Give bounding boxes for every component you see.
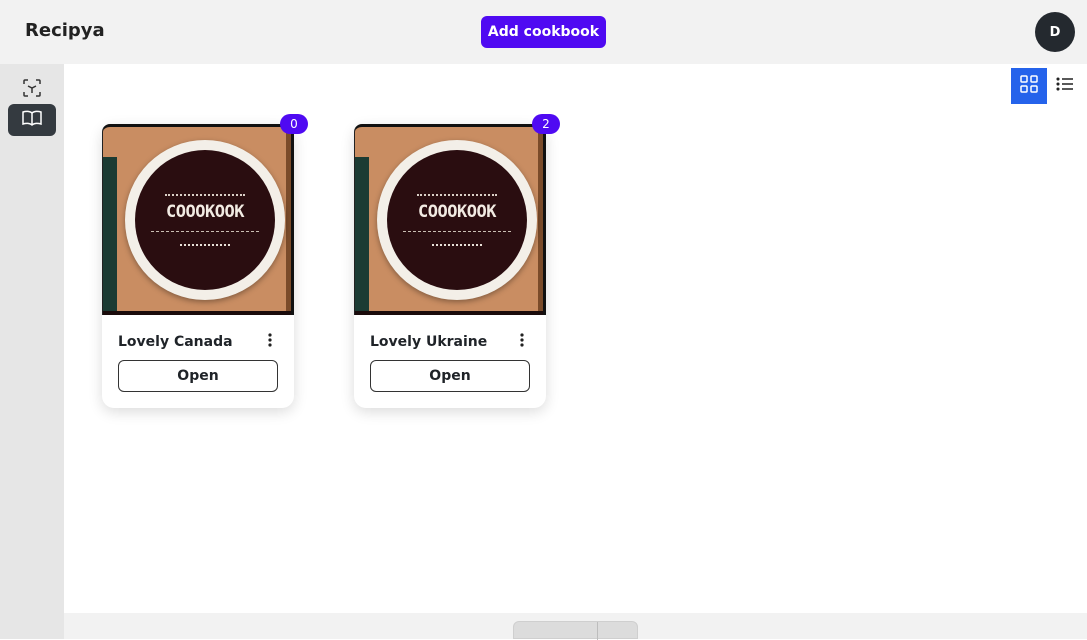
cover-spine	[103, 157, 117, 313]
kebab-menu-icon	[520, 332, 524, 351]
sidebar-item-cookbooks[interactable]	[8, 104, 56, 136]
add-cookbook-button[interactable]: Add cookbook	[481, 16, 606, 48]
cube-scan-icon	[21, 77, 43, 103]
grid-view-button[interactable]	[1011, 68, 1047, 104]
recipe-count-badge: 0	[280, 114, 308, 134]
cover-edge	[286, 127, 291, 315]
grid-icon	[1019, 74, 1039, 98]
footer-bar	[64, 613, 1087, 640]
more-options-button[interactable]	[260, 331, 280, 351]
list-view-button[interactable]	[1047, 68, 1083, 104]
cookbook-title: Lovely Canada	[118, 334, 233, 350]
top-bar: Recipya Add cookbook D	[0, 0, 1087, 64]
cover-text: COOOKOOK	[418, 202, 496, 222]
pagination-tab[interactable]	[513, 621, 638, 640]
cover-edge	[538, 127, 543, 315]
cover-spine	[355, 157, 369, 313]
cover-plate: COOOKOOK	[125, 140, 285, 300]
open-cookbook-button[interactable]: Open	[118, 360, 278, 392]
cookbook-cover-image[interactable]: COOOKOOK	[102, 124, 294, 315]
cookbook-title: Lovely Ukraine	[370, 334, 488, 350]
main-content: COOOKOOK 0 Lovely Canada Open COOOKOOK 2…	[64, 64, 1087, 613]
open-cookbook-button[interactable]: Open	[370, 360, 530, 392]
kebab-menu-icon	[268, 332, 272, 351]
open-book-icon	[21, 109, 43, 131]
app-title[interactable]: Recipya	[25, 20, 105, 41]
sidebar-item-recipes[interactable]	[8, 74, 56, 106]
more-options-button[interactable]	[512, 331, 532, 351]
cookbook-cover-image[interactable]: COOOKOOK	[354, 124, 546, 315]
list-icon	[1055, 74, 1075, 98]
cover-plate: COOOKOOK	[377, 140, 537, 300]
recipe-count-badge: 2	[532, 114, 560, 134]
cookbook-card[interactable]: COOOKOOK 0 Lovely Canada Open	[102, 114, 308, 408]
cookbook-card[interactable]: COOOKOOK 2 Lovely Ukraine Open	[354, 114, 560, 408]
cover-text: COOOKOOK	[166, 202, 244, 222]
sidebar	[0, 64, 64, 639]
avatar[interactable]: D	[1035, 12, 1075, 52]
